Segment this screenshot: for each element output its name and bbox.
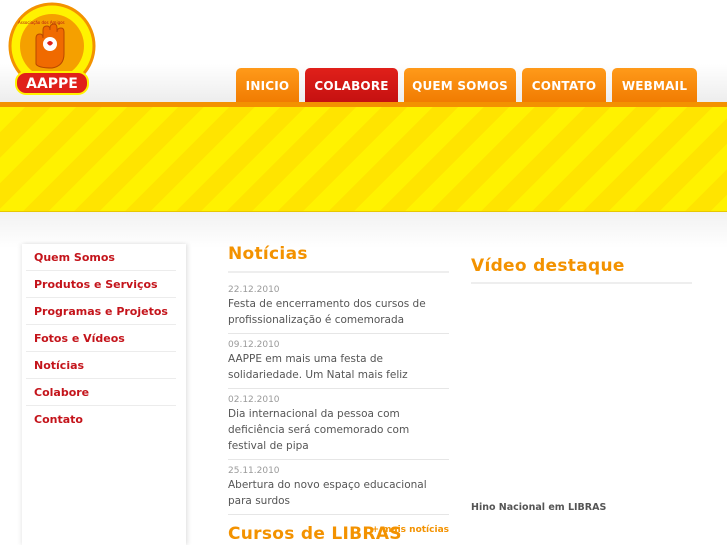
news-item[interactable]: 25.11.2010 Abertura do novo espaço educa… bbox=[228, 460, 449, 515]
main-nav: INICIO COLABORE QUEM SOMOS CONTATO WEBMA… bbox=[236, 68, 697, 104]
news-date: 09.12.2010 bbox=[228, 340, 280, 350]
news-date: 25.11.2010 bbox=[228, 466, 280, 476]
news-item[interactable]: 22.12.2010 Festa de encerramento dos cur… bbox=[228, 273, 449, 334]
tab-quem-somos[interactable]: QUEM SOMOS bbox=[404, 68, 516, 104]
yellow-banner bbox=[0, 107, 727, 212]
second-section-title bbox=[471, 536, 511, 545]
tab-colabore[interactable]: COLABORE bbox=[305, 68, 398, 104]
sidebar: Quem Somos Produtos e Serviços Programas… bbox=[22, 244, 186, 545]
tab-webmail[interactable]: WEBMAIL bbox=[612, 68, 697, 104]
svg-text:Associação dos Amigos: Associação dos Amigos bbox=[18, 20, 65, 25]
cursos-libras-title: Cursos de LIBRAS bbox=[228, 524, 402, 544]
banner-shadow bbox=[0, 212, 727, 248]
sidebar-item-programas-projetos[interactable]: Programas e Projetos bbox=[26, 298, 176, 325]
sidebar-item-fotos-videos[interactable]: Fotos e Vídeos bbox=[26, 325, 176, 352]
tab-contato[interactable]: CONTATO bbox=[522, 68, 606, 104]
aappe-logo[interactable]: Associação dos Amigos AAPPE bbox=[6, 2, 98, 102]
svg-text:AAPPE: AAPPE bbox=[26, 76, 78, 92]
news-item[interactable]: 02.12.2010 Dia internacional da pessoa c… bbox=[228, 389, 449, 460]
news-date: 22.12.2010 bbox=[228, 285, 280, 295]
sidebar-item-contato[interactable]: Contato bbox=[26, 406, 176, 433]
video-player[interactable] bbox=[471, 284, 692, 494]
news-link[interactable]: AAPPE em mais uma festa de solidariedade… bbox=[228, 351, 449, 383]
sidebar-item-colabore[interactable]: Colabore bbox=[26, 379, 176, 406]
video-section: Vídeo destaque bbox=[471, 256, 692, 494]
sidebar-item-quem-somos[interactable]: Quem Somos bbox=[26, 244, 176, 271]
sidebar-menu: Quem Somos Produtos e Serviços Programas… bbox=[22, 244, 186, 433]
news-link[interactable]: Dia internacional da pessoa com deficiên… bbox=[228, 406, 449, 454]
news-date: 02.12.2010 bbox=[228, 395, 280, 405]
tab-inicio[interactable]: INICIO bbox=[236, 68, 299, 104]
video-caption[interactable]: Hino Nacional em LIBRAS bbox=[471, 502, 606, 513]
news-item[interactable]: 09.12.2010 AAPPE em mais uma festa de so… bbox=[228, 334, 449, 389]
video-title: Vídeo destaque bbox=[471, 256, 692, 284]
sidebar-item-produtos-servicos[interactable]: Produtos e Serviços bbox=[26, 271, 176, 298]
news-section: Notícias 22.12.2010 Festa de encerrament… bbox=[228, 244, 449, 535]
news-link[interactable]: Abertura do novo espaço educacional para… bbox=[228, 477, 449, 509]
sidebar-item-noticias[interactable]: Notícias bbox=[26, 352, 176, 379]
news-link[interactable]: Festa de encerramento dos cursos de prof… bbox=[228, 296, 449, 328]
news-title: Notícias bbox=[228, 244, 449, 273]
